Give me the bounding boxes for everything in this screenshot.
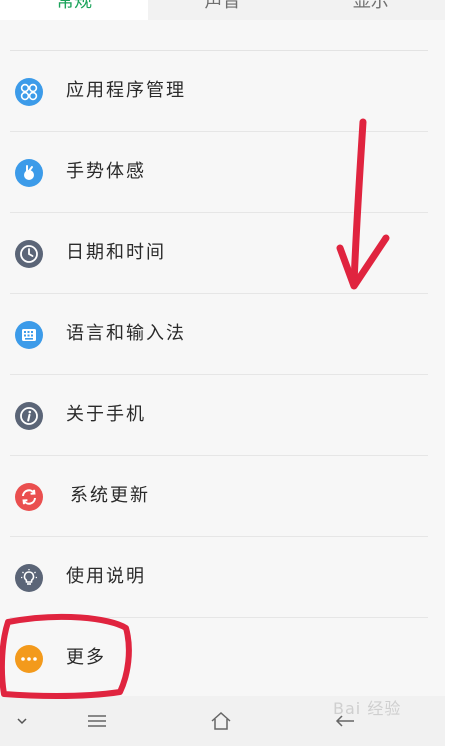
chevron-down-icon[interactable] [7,706,37,736]
settings-item-label: 更多 [66,647,106,668]
settings-item-gesture[interactable]: 手势体感 [10,132,428,213]
settings-item-label: 系统更新 [70,485,150,506]
tab-sound[interactable]: 声音 [148,0,296,20]
tab-display[interactable]: 显示 [297,0,445,20]
settings-item-label: 关于手机 [66,404,146,425]
settings-item-label: 应用程序管理 [66,80,186,101]
home-icon[interactable] [206,706,236,736]
settings-list: 应用程序管理 手势体感 日期和时间 语言和输入法 关于手机 系统更新 使用说明 … [10,50,428,698]
settings-item-label: 语言和输入法 [66,323,186,344]
settings-item-instructions[interactable]: 使用说明 [10,537,428,618]
lightbulb-icon [15,564,43,592]
settings-item-about-phone[interactable]: 关于手机 [10,375,428,456]
settings-item-label: 使用说明 [66,566,146,587]
settings-item-label: 日期和时间 [66,242,166,263]
menu-icon[interactable] [82,706,112,736]
info-icon [15,402,43,430]
more-dots-icon [15,645,43,673]
clock-icon [15,240,43,268]
keyboard-icon [15,321,43,349]
apps-grid-icon [15,78,43,106]
settings-tabs: 常规 声音 显示 [0,0,445,20]
gesture-hand-icon [15,159,43,187]
settings-item-more[interactable]: 更多 [10,618,428,698]
tab-general[interactable]: 常规 [0,0,149,20]
settings-item-label: 手势体感 [66,161,146,182]
refresh-icon [15,483,43,511]
settings-item-date-time[interactable]: 日期和时间 [10,213,428,294]
settings-item-app-management[interactable]: 应用程序管理 [10,51,428,132]
settings-item-system-update[interactable]: 系统更新 [10,456,428,537]
right-edge-strip [445,0,451,746]
settings-item-language-input[interactable]: 语言和输入法 [10,294,428,375]
settings-screen: 常规 声音 显示 应用程序管理 手势体感 日期和时间 语言和输入法 关于手机 系… [0,0,445,746]
watermark: Bai 经验 [333,699,402,718]
